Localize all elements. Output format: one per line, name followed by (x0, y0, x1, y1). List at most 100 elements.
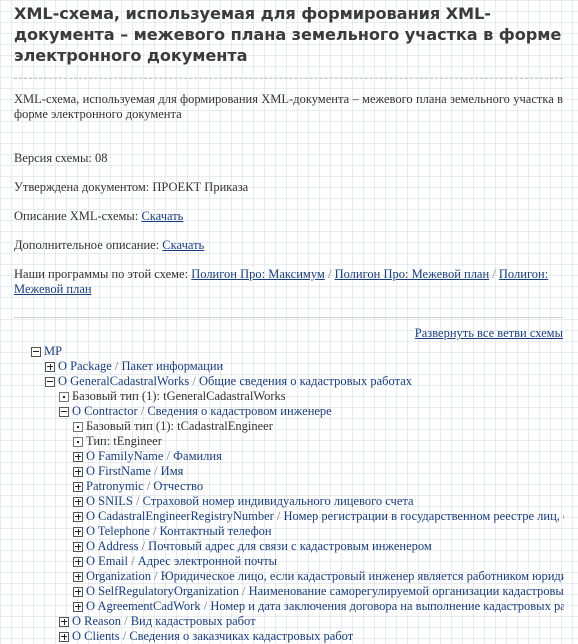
tree-node-separator: / (120, 614, 131, 628)
expand-plus-icon[interactable] (59, 631, 69, 642)
tree-node-name: O Reason (72, 614, 121, 628)
leaf-dot-icon (73, 436, 83, 447)
collapse-minus-icon[interactable] (45, 376, 55, 387)
tree-node-label[interactable]: O Address / Почтовый адрес для связи с к… (86, 539, 432, 554)
tree-node-label[interactable]: O FamilyName / Фамилия (86, 449, 222, 464)
tree-node-name: O FamilyName (86, 449, 164, 463)
tree-node-label[interactable]: Organization / Юридическое лицо, если ка… (86, 569, 564, 584)
tree-node-label[interactable]: O FirstName / Имя (86, 464, 183, 479)
tree-node-description: Наименование саморегулируемой организаци… (248, 584, 564, 598)
additional-description-label: Дополнительное описание: (14, 238, 163, 252)
tree-node: O Address / Почтовый адрес для связи с к… (0, 539, 564, 554)
tree-node-description: Почтовый адрес для связи с кадастровым и… (148, 539, 432, 553)
collapse-minus-icon[interactable] (31, 346, 41, 357)
programs-separator: / (324, 267, 335, 281)
tree-node: O AgreementCadWork / Номер и дата заключ… (0, 599, 564, 614)
tree-node-separator: / (200, 599, 211, 613)
tree-node-label[interactable]: O CadastralEngineerRegistryNumber / Номе… (86, 509, 564, 524)
tree-node-label[interactable]: O Email / Адрес электронной почты (86, 554, 277, 569)
tree-node-description: Адрес электронной почты (137, 554, 278, 568)
tree-node-separator: / (132, 494, 143, 508)
expand-plus-icon[interactable] (73, 556, 83, 567)
tree-node-label[interactable]: O Contractor / Сведения о кадастровом ин… (72, 404, 332, 419)
additional-description-row: Дополнительное описание: Скачать (14, 238, 563, 253)
tree-node-description: Фамилия (173, 449, 222, 463)
tree-node-separator: / (128, 554, 138, 568)
expand-plus-icon[interactable] (73, 541, 83, 552)
tree-node-description: Сведения о кадастровом инженере (147, 404, 332, 418)
tree-node: O GeneralCadastralWorks / Общие сведения… (0, 374, 564, 389)
tree-node-label[interactable]: O SNILS / Страховой номер индивидуальног… (86, 494, 414, 509)
tree-node-name: O Package (58, 359, 112, 373)
schema-description-download-link[interactable]: Скачать (141, 209, 183, 223)
tree-node-description: Номер и дата заключения договора на выпо… (210, 599, 564, 613)
tree-node-label[interactable]: O GeneralCadastralWorks / Общие сведения… (58, 374, 412, 389)
expand-plus-icon[interactable] (59, 616, 69, 627)
tree-node-description: Сведения о заказчиках кадастровых работ (129, 629, 354, 643)
tree-node: O SNILS / Страховой номер индивидуальног… (0, 494, 564, 509)
expand-plus-icon[interactable] (73, 571, 83, 582)
tree-node: O Contractor / Сведения о кадастровом ин… (0, 404, 564, 419)
tree-node-label[interactable]: O Clients / Сведения о заказчиках кадаст… (72, 629, 353, 644)
tree-node-separator: / (143, 479, 154, 493)
expand-plus-icon[interactable] (73, 511, 83, 522)
tree-node-name: O SelfRegulatoryOrganization (86, 584, 239, 598)
expand-all-branches-link[interactable]: Развернуть все ветви схемы (415, 326, 563, 340)
tree-node-name: O AgreementCadWork (86, 599, 201, 613)
schema-version: Версия схемы: 08 (14, 151, 108, 165)
expand-plus-icon[interactable] (73, 481, 83, 492)
tree-node-name: Organization (86, 569, 152, 583)
expand-plus-icon[interactable] (73, 496, 83, 507)
expand-plus-icon[interactable] (45, 361, 55, 372)
expand-plus-icon[interactable] (73, 586, 83, 597)
tree-node-description: Номер регистрации в государственном реес… (283, 509, 564, 523)
expand-plus-icon[interactable] (73, 526, 83, 537)
expand-plus-icon[interactable] (73, 601, 83, 612)
tree-node-label[interactable]: O Telephone / Контактный телефон (86, 524, 272, 539)
programs-label: Наши программы по этой схеме: (14, 267, 192, 281)
tree-node: Organization / Юридическое лицо, если ка… (0, 569, 564, 584)
schema-description-text: XML-схема, используемая для формирования… (14, 92, 563, 121)
tree-node-description: Вид кадастровых работ (130, 614, 256, 628)
tree-node-name: O GeneralCadastralWorks (58, 374, 190, 388)
tree-node: Базовый тип (1): tGeneralCadastralWorks (0, 389, 564, 404)
leaf-dot-icon (59, 391, 69, 402)
tree-node-separator: / (189, 374, 199, 388)
tree-node-name: O Contractor (72, 404, 138, 418)
tree-node: O SelfRegulatoryOrganization / Наименова… (0, 584, 564, 599)
tree-node: O FirstName / Имя (0, 464, 564, 479)
tree-node: O CadastralEngineerRegistryNumber / Номе… (0, 509, 564, 524)
tree-node-description: Отчество (153, 479, 204, 493)
tree-divider (14, 317, 563, 318)
expand-plus-icon[interactable] (73, 466, 83, 477)
tree-node-label[interactable]: O SelfRegulatoryOrganization / Наименова… (86, 584, 564, 599)
tree-node-name: Базовый тип (1): tGeneralCadastralWorks (72, 389, 286, 403)
schema-description-label: Описание XML-схемы: (14, 209, 142, 223)
tree-node-label[interactable]: MP (44, 344, 62, 359)
additional-description-download-link[interactable]: Скачать (162, 238, 204, 252)
program-link-polygon-pro-mezhevoy-plan[interactable]: Полигон Про: Межевой план (335, 267, 490, 281)
tree-node-separator: / (119, 629, 130, 643)
tree-node-description: Контактный телефон (159, 524, 272, 538)
expand-plus-icon[interactable] (73, 451, 83, 462)
tree-node-label[interactable]: O Package / Пакет информации (58, 359, 223, 374)
tree-node: O FamilyName / Фамилия (0, 449, 564, 464)
tree-node: O Clients / Сведения о заказчиках кадаст… (0, 629, 564, 644)
tree-node-separator: / (149, 524, 160, 538)
programs-separator: / (489, 267, 499, 281)
tree-node-label[interactable]: O Reason / Вид кадастровых работ (72, 614, 256, 629)
collapse-minus-icon[interactable] (59, 406, 69, 417)
schema-tree: MP O Package / Пакет информации O GeneralC… (0, 344, 564, 644)
tree-node-description: Общие сведения о кадастровых работах (198, 374, 412, 388)
title-divider (14, 78, 563, 79)
tree-node: O Email / Адрес электронной почты (0, 554, 564, 569)
tree-node-separator: / (273, 509, 284, 523)
tree-node-separator: / (238, 584, 249, 598)
tree-node-separator: / (150, 464, 161, 478)
program-link-polygon-pro-maximum[interactable]: Полигон Про: Максимум (191, 267, 325, 281)
tree-node-label[interactable]: O AgreementCadWork / Номер и дата заключ… (86, 599, 564, 614)
tree-node-description: Страховой номер индивидуального лицевого… (142, 494, 414, 508)
page-content: XML-схема, используемая для формирования… (14, 0, 563, 341)
tree-node-label[interactable]: Patronymic / Отчество (86, 479, 203, 494)
tree-node-name: O CadastralEngineerRegistryNumber (86, 509, 274, 523)
